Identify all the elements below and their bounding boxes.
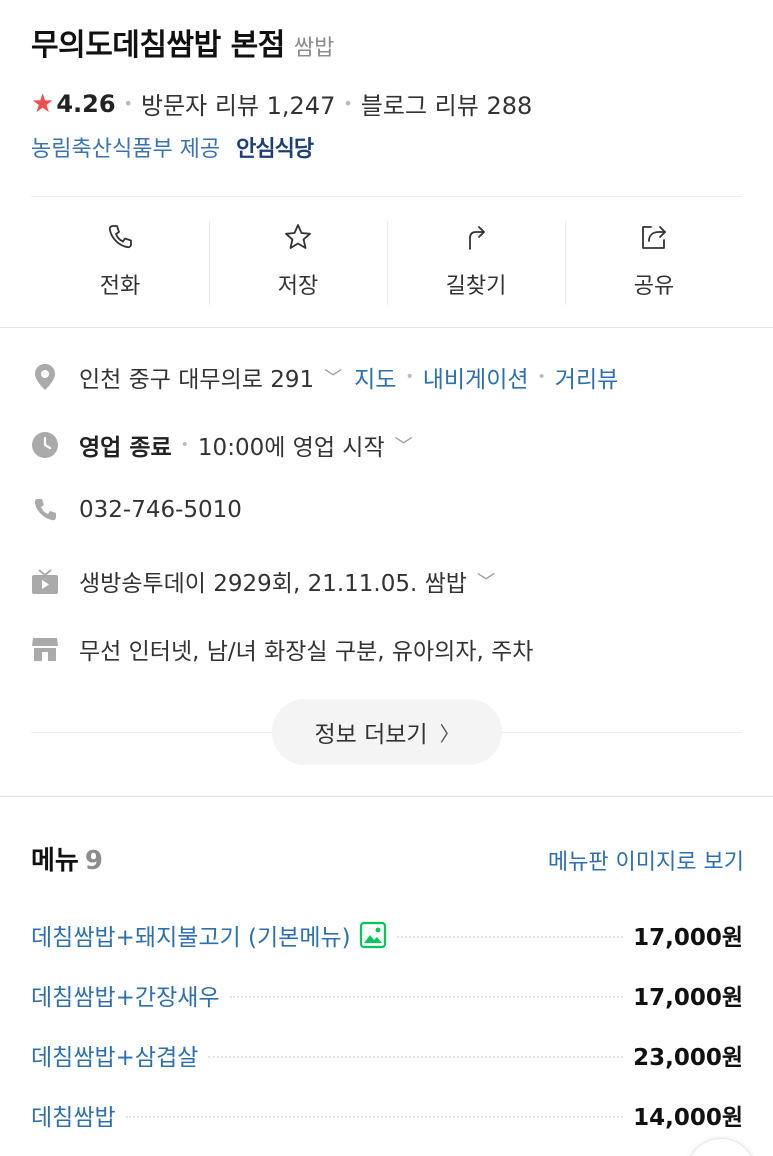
section-divider bbox=[0, 327, 773, 328]
directions-icon bbox=[469, 226, 485, 250]
place-header: 무의도데침쌈밥 본점 쌈밥 bbox=[31, 20, 751, 64]
dotted-leader bbox=[396, 936, 624, 938]
star-icon: ★ bbox=[31, 88, 55, 119]
visitor-reviews-link[interactable]: 방문자 리뷰 1,247 bbox=[141, 86, 335, 121]
more-info-label: 정보 더보기 bbox=[314, 722, 428, 748]
tv-appearance[interactable]: 생방송투데이 2929회, 21.11.05. 쌈밥 bbox=[79, 564, 467, 598]
chevron-down-icon[interactable]: ﹀ bbox=[477, 568, 495, 594]
dotted-leader bbox=[125, 1116, 624, 1118]
tv-row: 생방송투데이 2929회, 21.11.05. 쌈밥 ﹀ bbox=[31, 564, 495, 598]
tv-icon bbox=[31, 567, 59, 595]
map-link[interactable]: 지도 bbox=[354, 360, 396, 394]
provider-link[interactable]: 농림축산식품부 제공 bbox=[31, 131, 220, 163]
menu-item[interactable]: 데침쌈밥+삼겹살 23,000원 bbox=[31, 1025, 743, 1085]
call-label: 전화 bbox=[99, 274, 141, 299]
menu-item-price: 17,000원 bbox=[633, 985, 743, 1011]
menu-item-name[interactable]: 데침쌈밥+돼지불고기 (기본메뉴) bbox=[31, 918, 351, 952]
separator-dot: • bbox=[123, 94, 133, 113]
action-bar: 전화 저장 길찾기 공유 bbox=[31, 197, 743, 325]
menu-item-price: 17,000원 bbox=[633, 925, 743, 951]
phone-number[interactable]: 032-746-5010 bbox=[79, 497, 242, 523]
menu-item-name[interactable]: 데침쌈밥+삼겹살 bbox=[31, 1038, 198, 1072]
safe-restaurant-badge: 안심식당 bbox=[236, 137, 314, 162]
chevron-down-icon[interactable]: ﹀ bbox=[395, 432, 413, 458]
opening-time[interactable]: 10:00에 영업 시작 bbox=[198, 428, 385, 462]
menu-list: 데침쌈밥+돼지불고기 (기본메뉴) 17,000원 데침쌈밥+간장새우 17,0… bbox=[31, 905, 743, 1145]
amenities-text: 무선 인터넷, 남/녀 화장실 구분, 유아의자, 주차 bbox=[79, 639, 534, 665]
place-category: 쌈밥 bbox=[293, 36, 335, 61]
navigation-link[interactable]: 내비게이션 bbox=[423, 360, 529, 394]
streetview-link[interactable]: 거리뷰 bbox=[555, 360, 618, 394]
menu-count: 9 bbox=[84, 846, 103, 876]
save-label: 저장 bbox=[277, 274, 319, 299]
provider-row: 농림축산식품부 제공 안심식당 bbox=[31, 131, 314, 163]
menu-title: 메뉴 bbox=[31, 846, 79, 876]
share-label: 공유 bbox=[633, 274, 675, 299]
address-text[interactable]: 인천 중구 대무의로 291 bbox=[79, 360, 314, 394]
separator-dot: • bbox=[180, 437, 189, 453]
store-icon bbox=[31, 635, 59, 663]
review-summary: ★ 4.26 • 방문자 리뷰 1,247 • 블로그 리뷰 288 bbox=[31, 86, 532, 121]
menu-board-link[interactable]: 메뉴판 이미지로 보기 bbox=[548, 844, 744, 876]
phone-filled-icon bbox=[31, 496, 59, 524]
business-status: 영업 종료 bbox=[79, 435, 172, 461]
share-icon bbox=[642, 226, 666, 249]
amenities-row: 무선 인터넷, 남/녀 화장실 구분, 유아의자, 주차 bbox=[31, 632, 533, 666]
menu-item-name[interactable]: 데침쌈밥+간장새우 bbox=[31, 978, 220, 1012]
share-button[interactable]: 공유 bbox=[565, 197, 743, 325]
menu-item-price: 23,000원 bbox=[633, 1045, 743, 1071]
rating-value: 4.26 bbox=[56, 89, 116, 118]
menu-item[interactable]: 데침쌈밥+돼지불고기 (기본메뉴) 17,000원 bbox=[31, 905, 743, 965]
menu-section-title: 메뉴 9 bbox=[31, 840, 103, 877]
blog-reviews-link[interactable]: 블로그 리뷰 288 bbox=[361, 86, 532, 121]
section-divider bbox=[0, 796, 773, 797]
dotted-leader bbox=[229, 996, 624, 998]
location-pin-icon bbox=[31, 363, 59, 391]
separator-dot: • bbox=[343, 94, 353, 113]
more-info-button[interactable]: 정보 더보기 〉 bbox=[272, 699, 502, 765]
directions-label: 길찾기 bbox=[445, 274, 507, 299]
menu-item-name[interactable]: 데침쌈밥 bbox=[31, 1098, 116, 1132]
directions-button[interactable]: 길찾기 bbox=[387, 197, 565, 325]
phone-icon bbox=[108, 225, 132, 249]
photo-icon[interactable] bbox=[359, 921, 387, 949]
address-row: 인천 중구 대무의로 291 ﹀ 지도 • 내비게이션 • 거리뷰 bbox=[31, 360, 618, 394]
chevron-right-icon: 〉 bbox=[439, 721, 460, 746]
phone-row: 032-746-5010 bbox=[31, 496, 242, 524]
dotted-leader bbox=[208, 1056, 624, 1058]
call-button[interactable]: 전화 bbox=[31, 197, 209, 325]
hours-row: 영업 종료 • 10:00에 영업 시작 ﹀ bbox=[31, 428, 413, 462]
save-button[interactable]: 저장 bbox=[209, 197, 387, 325]
menu-item[interactable]: 데침쌈밥 14,000원 bbox=[31, 1085, 743, 1145]
menu-item-price: 14,000원 bbox=[633, 1105, 743, 1131]
place-name: 무의도데침쌈밥 본점 bbox=[31, 28, 285, 63]
separator-dot: • bbox=[405, 369, 414, 385]
clock-icon bbox=[31, 431, 59, 459]
chevron-down-icon[interactable]: ﹀ bbox=[324, 364, 342, 390]
menu-item[interactable]: 데침쌈밥+간장새우 17,000원 bbox=[31, 965, 743, 1025]
star-outline-icon bbox=[285, 224, 311, 249]
separator-dot: • bbox=[537, 369, 546, 385]
